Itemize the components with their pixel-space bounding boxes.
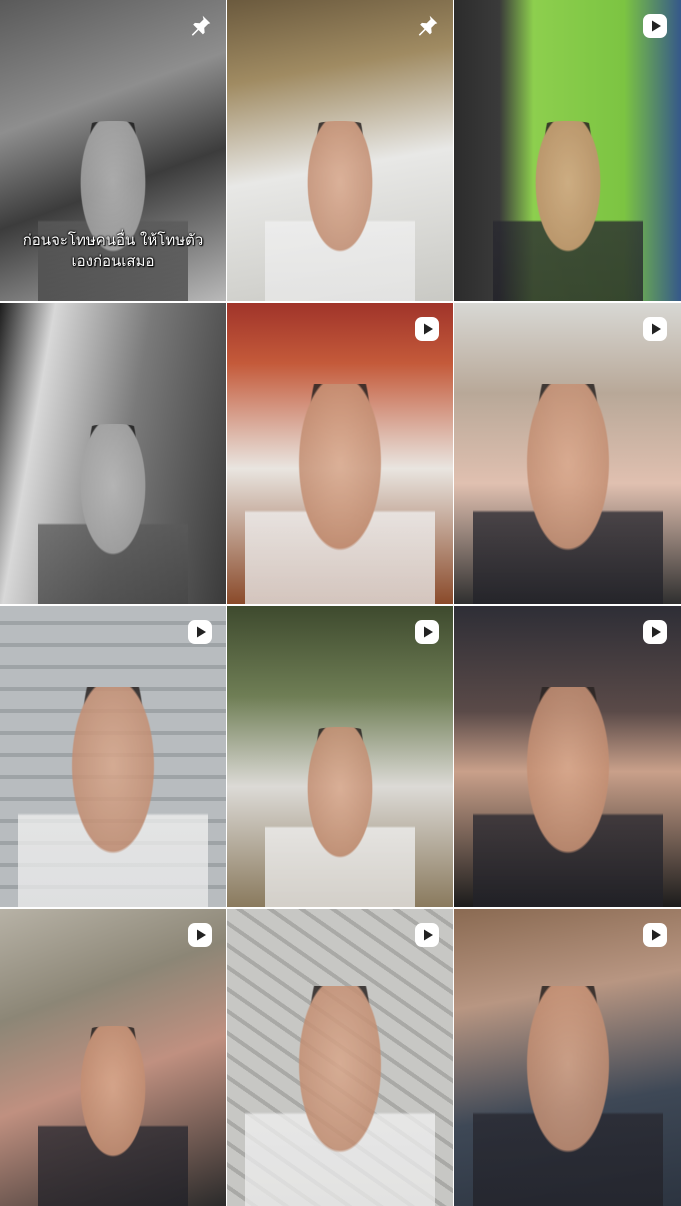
tile-thumbnail	[265, 727, 415, 907]
media-grid: ก่อนจะโทษคนอื่น ให้โทษตัว เองก่อนเสมอ	[0, 0, 681, 1206]
tile-thumbnail	[472, 384, 663, 604]
grid-tile[interactable]	[227, 606, 453, 907]
tile-thumbnail	[245, 986, 435, 1206]
play-icon	[413, 921, 441, 949]
play-icon	[413, 315, 441, 343]
tile-thumbnail	[18, 687, 208, 907]
grid-tile[interactable]	[454, 0, 681, 301]
grid-tile[interactable]	[454, 606, 681, 907]
tile-caption: ก่อนจะโทษคนอื่น ให้โทษตัว เองก่อนเสมอ	[0, 230, 226, 272]
play-icon	[186, 618, 214, 646]
caption-line: เองก่อนเสมอ	[71, 252, 155, 270]
caption-line: ก่อนจะโทษคนอื่น ให้โทษตัว	[22, 231, 204, 249]
tile-thumbnail	[38, 424, 188, 604]
tile-thumbnail	[245, 384, 435, 604]
play-icon	[641, 618, 669, 646]
play-icon	[413, 618, 441, 646]
tile-thumbnail	[492, 121, 643, 301]
play-icon	[186, 921, 214, 949]
grid-tile[interactable]	[227, 0, 453, 301]
grid-tile[interactable]	[227, 303, 453, 604]
grid-tile[interactable]	[454, 909, 681, 1206]
grid-tile[interactable]	[0, 303, 226, 604]
tile-thumbnail	[38, 121, 188, 301]
play-icon	[641, 12, 669, 40]
grid-tile[interactable]: ก่อนจะโทษคนอื่น ให้โทษตัว เองก่อนเสมอ	[0, 0, 226, 301]
grid-tile[interactable]	[227, 909, 453, 1206]
grid-tile[interactable]	[0, 909, 226, 1206]
play-icon	[641, 921, 669, 949]
pin-icon	[186, 12, 214, 40]
pin-icon	[413, 12, 441, 40]
grid-tile[interactable]	[454, 303, 681, 604]
play-icon	[641, 315, 669, 343]
tile-thumbnail	[38, 1026, 188, 1206]
tile-thumbnail	[472, 986, 663, 1206]
grid-tile[interactable]	[0, 606, 226, 907]
tile-thumbnail	[265, 121, 415, 301]
tile-thumbnail	[472, 687, 663, 907]
